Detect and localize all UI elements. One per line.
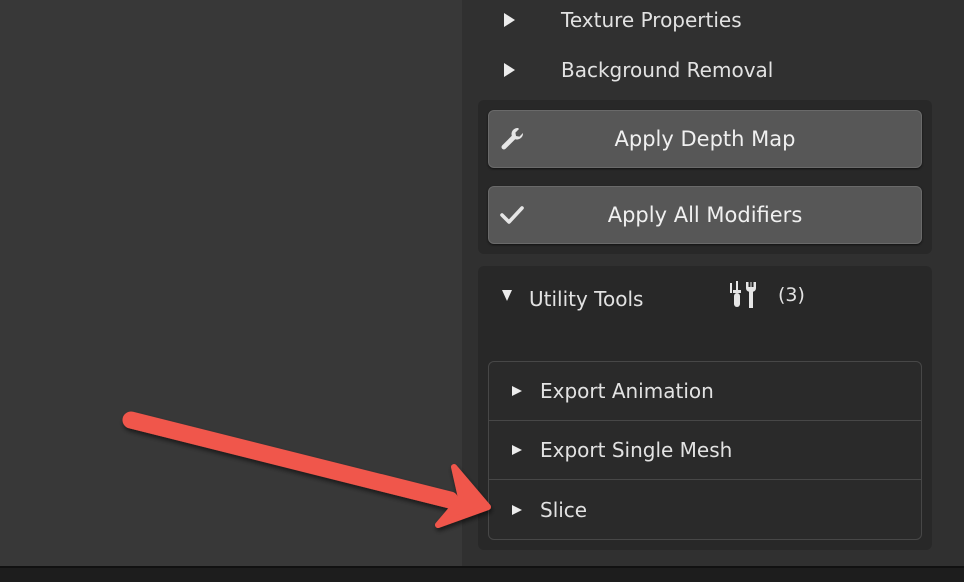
utility-tools-list: Export Animation Export Single Mesh Slic… bbox=[488, 361, 922, 540]
tool-count-badge: (3) bbox=[778, 284, 805, 306]
subpanel-background-removal[interactable]: Background Removal bbox=[494, 50, 914, 90]
expand-triangle-icon bbox=[504, 13, 515, 27]
expand-triangle-icon bbox=[512, 504, 522, 515]
wrench-icon bbox=[501, 127, 524, 150]
checkmark-icon bbox=[500, 206, 524, 224]
3d-viewport[interactable] bbox=[0, 0, 462, 566]
expand-triangle-icon bbox=[512, 445, 522, 455]
list-item-label: Slice bbox=[540, 497, 588, 522]
button-label: Apply Depth Map bbox=[614, 127, 796, 151]
list-item-export-single-mesh[interactable]: Export Single Mesh bbox=[489, 421, 921, 480]
utility-tools-header[interactable]: Utility Tools (3) bbox=[500, 280, 920, 320]
subpanel-label: Background Removal bbox=[561, 58, 774, 82]
expand-triangle-icon bbox=[504, 63, 515, 77]
list-item-slice[interactable]: Slice bbox=[489, 480, 921, 539]
list-item-export-animation[interactable]: Export Animation bbox=[489, 362, 921, 421]
status-bar bbox=[0, 566, 964, 582]
apply-all-modifiers-button[interactable]: Apply All Modifiers bbox=[488, 186, 922, 244]
subpanel-texture-properties[interactable]: Texture Properties bbox=[494, 0, 914, 40]
subpanel-label: Texture Properties bbox=[561, 8, 742, 32]
expand-triangle-icon bbox=[512, 386, 522, 396]
list-item-label: Export Animation bbox=[540, 379, 714, 403]
utility-tools-title: Utility Tools bbox=[529, 287, 644, 311]
screwdriver-wrench-icon bbox=[730, 281, 756, 308]
button-label: Apply All Modifiers bbox=[607, 203, 803, 227]
list-item-label: Export Single Mesh bbox=[540, 438, 733, 462]
collapse-triangle-icon bbox=[502, 290, 512, 301]
apply-depth-map-button[interactable]: Apply Depth Map bbox=[488, 110, 922, 168]
